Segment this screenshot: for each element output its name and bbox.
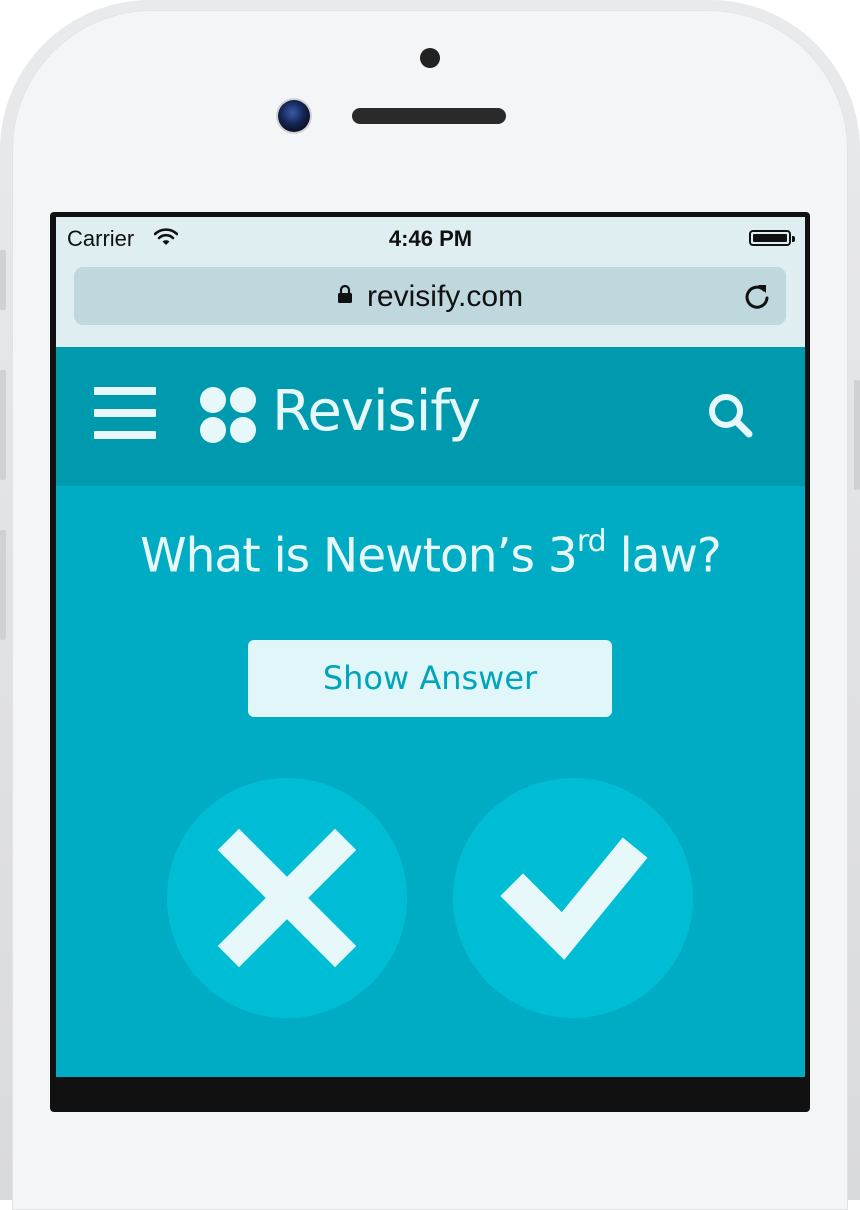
correct-answer-button[interactable] — [453, 778, 693, 1018]
browser-toolbar: revisify.com — [56, 261, 805, 347]
show-answer-button[interactable]: Show Answer — [248, 640, 612, 717]
address-bar[interactable]: revisify.com — [74, 267, 786, 325]
hamburger-menu-icon[interactable] — [94, 387, 156, 439]
question-suffix: law? — [605, 528, 722, 584]
status-bar: Carrier 4:46 PM — [56, 217, 805, 261]
display: Carrier 4:46 PM revisify.com Revisify Wh… — [56, 217, 805, 1077]
volume-up-button — [0, 370, 6, 480]
status-time: 4:46 PM — [388, 226, 473, 251]
reload-icon[interactable] — [742, 281, 772, 315]
checkmark-icon — [500, 837, 648, 960]
question-prefix: What is Newton’s 3 — [140, 528, 578, 584]
search-icon[interactable] — [707, 392, 753, 442]
power-button — [854, 380, 860, 490]
question-superscript: rd — [576, 524, 607, 559]
question-text: What is Newton’s 3rd law? — [56, 524, 805, 584]
proximity-sensor — [420, 48, 440, 68]
volume-down-button — [0, 530, 6, 640]
battery-icon — [749, 230, 795, 246]
site-header: Revisify — [56, 347, 805, 486]
cross-icon — [217, 828, 357, 968]
wrong-answer-button[interactable] — [167, 778, 407, 1018]
earpiece-speaker — [352, 108, 506, 124]
revisify-logo-icon[interactable] — [200, 387, 260, 443]
mute-switch — [0, 250, 6, 310]
url-text: revisify.com — [366, 280, 524, 313]
brand-name[interactable]: Revisify — [272, 379, 481, 444]
address-content: revisify.com — [74, 280, 786, 315]
front-camera — [278, 100, 310, 132]
lock-icon — [337, 278, 353, 312]
